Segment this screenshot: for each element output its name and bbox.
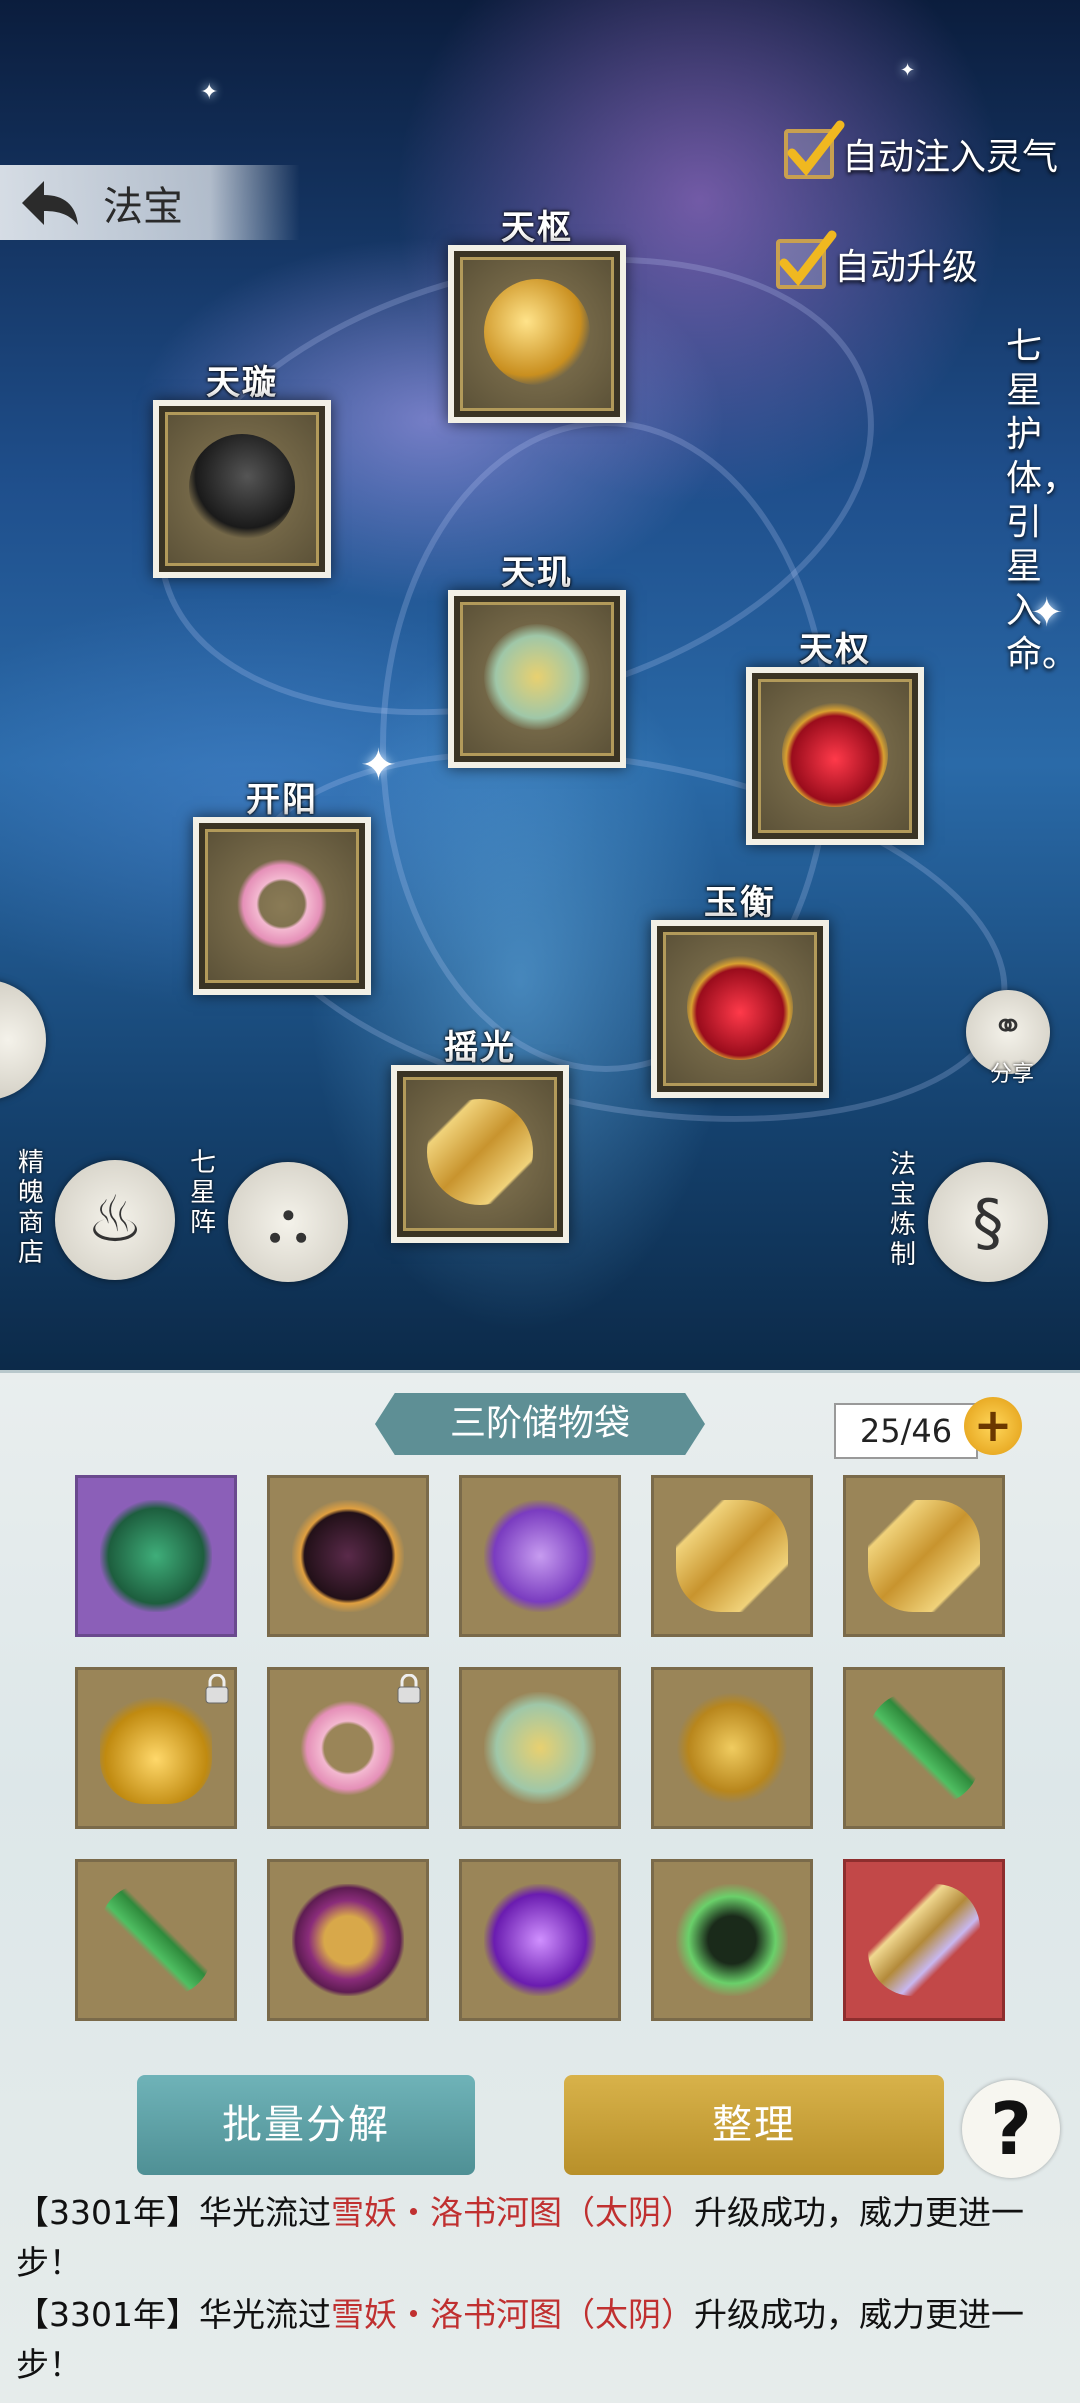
share-icon: ⚭: [992, 1004, 1024, 1048]
artifact-slot-yuheng[interactable]: [651, 920, 829, 1098]
formation-label: 七星阵: [190, 1148, 217, 1238]
auto-inject-label: 自动注入灵气: [841, 137, 1058, 178]
artifact-slot-tianquan[interactable]: [746, 667, 924, 845]
refine-label: 法宝炼制: [890, 1150, 917, 1270]
inventory-slot[interactable]: [267, 1859, 429, 2021]
lock-icon: [396, 1673, 422, 1704]
flame-emblem-icon: ♨: [86, 1183, 144, 1257]
auto-upgrade-option[interactable]: 自动升级: [775, 230, 978, 290]
inventory-slot[interactable]: [459, 1667, 621, 1829]
artifact-label: 开阳: [246, 780, 318, 820]
star-icon: ✦: [200, 80, 219, 105]
seven-star-formation-button[interactable]: ⛬: [228, 1162, 348, 1282]
golden-scroll-icon: [868, 1500, 980, 1612]
purple-gourd-icon: [484, 1500, 596, 1612]
inventory-slot[interactable]: [75, 1667, 237, 1829]
artifact-label: 天玑: [501, 553, 573, 593]
sort-button[interactable]: 整理: [564, 2075, 944, 2175]
golden-ruyi-icon: [676, 1692, 788, 1804]
back-bar[interactable]: 法宝: [0, 165, 300, 240]
star-icon: ✦: [900, 60, 916, 81]
inventory-slot[interactable]: [459, 1859, 621, 2021]
artifact-slot-tianshu[interactable]: [448, 245, 626, 423]
artifact-label: 摇光: [444, 1028, 516, 1068]
auto-upgrade-label: 自动升级: [833, 247, 978, 288]
message-prefix: 【3301年】华光流过: [16, 2193, 331, 2232]
artifact-label: 天枢: [501, 208, 573, 248]
motto-text: 七星护体，引星入命。: [1006, 326, 1079, 675]
auto-inject-checkbox[interactable]: [783, 120, 845, 179]
artifact-label: 天璇: [206, 363, 278, 403]
pink-jade-ring-icon: [292, 1692, 404, 1804]
bronze-mirror-icon: [292, 1884, 404, 1996]
green-flute-icon: [100, 1884, 212, 1996]
purple-orb-icon: [484, 1884, 596, 1996]
inventory-slot[interactable]: [651, 1475, 813, 1637]
golden-bell-icon: [100, 1692, 212, 1804]
jade-pestle-icon: [484, 1692, 596, 1804]
inventory-slot[interactable]: [651, 1667, 813, 1829]
system-message: 【3301年】华光流过雪妖・洛书河图（太阴）升级成功，威力更进一步！: [16, 2290, 1066, 2390]
share-label: 分享: [989, 1062, 1034, 1087]
auto-inject-option[interactable]: 自动注入灵气: [783, 120, 1058, 180]
jade-pestle-icon: [484, 624, 590, 730]
inventory-slot[interactable]: [267, 1475, 429, 1637]
spirit-shop-label: 精魄商店: [18, 1148, 45, 1268]
lock-icon: [204, 1673, 230, 1704]
dark-umbrella-icon: [292, 1500, 404, 1612]
inventory-slot[interactable]: [843, 1859, 1005, 2021]
green-flute-icon: [868, 1692, 980, 1804]
page-title: 法宝: [103, 183, 183, 230]
help-button[interactable]: ?: [962, 2080, 1060, 2178]
pink-jade-ring-icon: [229, 851, 335, 957]
golden-scroll-icon: [676, 1500, 788, 1612]
bag-title: 三阶储物袋: [375, 1393, 705, 1455]
message-prefix: 【3301年】华光流过: [16, 2295, 331, 2334]
inventory-slot[interactable]: [459, 1475, 621, 1637]
system-message: 【3301年】华光流过雪妖・洛书河图（太阴）升级成功，威力更进一步！: [16, 2188, 1066, 2288]
artifact-refine-button[interactable]: §: [928, 1162, 1048, 1282]
star-map-icon: ⛬: [267, 1187, 309, 1256]
auto-upgrade-checkbox[interactable]: [775, 230, 837, 289]
artifact-slot-tianxuan[interactable]: [153, 400, 331, 578]
feather-fan-icon: [189, 434, 295, 540]
golden-feather-icon: [484, 279, 590, 385]
message-highlight: 雪妖・洛书河图（太阴）: [330, 2295, 694, 2334]
artifact-label: 天权: [799, 630, 871, 670]
artifact-slot-tianji[interactable]: [448, 590, 626, 768]
inventory-slot[interactable]: [267, 1667, 429, 1829]
green-crane-orb-icon: [676, 1884, 788, 1996]
inventory-slot[interactable]: [75, 1475, 237, 1637]
jade-qilin-icon: [100, 1500, 212, 1612]
inventory-slot[interactable]: [651, 1859, 813, 2021]
spirit-shop-button[interactable]: ♨: [55, 1160, 175, 1280]
batch-decompose-button[interactable]: 批量分解: [137, 2075, 475, 2175]
bag-capacity: 25/46: [834, 1403, 978, 1459]
artifact-slot-kaiyang[interactable]: [193, 817, 371, 995]
artifact-slot-yaoguang[interactable]: [391, 1065, 569, 1243]
expand-bag-button[interactable]: +: [964, 1397, 1022, 1455]
red-gem-pendant-icon: [782, 701, 888, 807]
coiled-dragon-icon: §: [972, 1185, 1004, 1259]
back-arrow-icon[interactable]: [15, 173, 85, 233]
golden-scroll-icon: [427, 1099, 533, 1205]
inventory-slot[interactable]: [843, 1667, 1005, 1829]
inventory-slot[interactable]: [75, 1859, 237, 2021]
message-highlight: 雪妖・洛书河图（太阴）: [330, 2193, 694, 2232]
artifact-label: 玉衡: [704, 883, 776, 923]
inventory-slot[interactable]: [843, 1475, 1005, 1637]
red-gem-pendant-icon: [687, 954, 793, 1060]
ribbon-scroll-icon: [868, 1884, 980, 1996]
